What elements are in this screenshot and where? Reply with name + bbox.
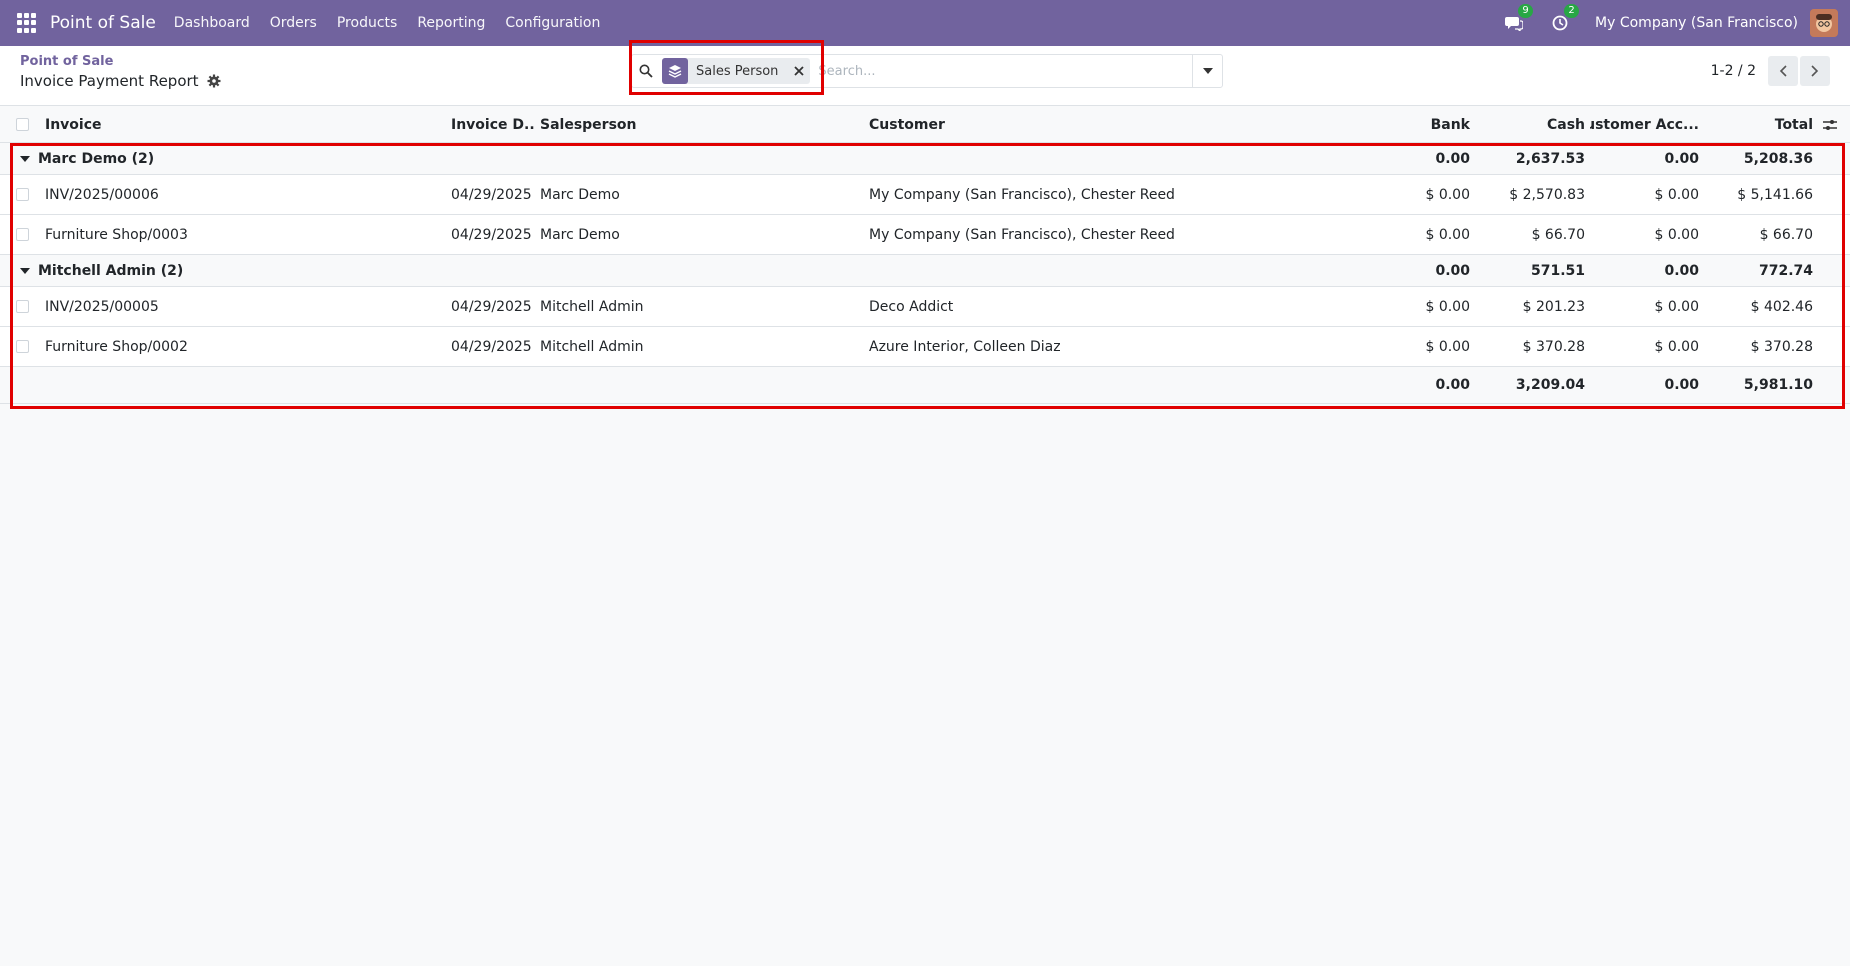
column-invoice-date[interactable]: Invoice D... bbox=[451, 107, 536, 142]
caret-down-icon bbox=[1202, 68, 1213, 74]
pager-previous-button[interactable] bbox=[1768, 56, 1798, 86]
column-customer[interactable]: Customer bbox=[869, 107, 1269, 142]
activities-badge: 2 bbox=[1564, 4, 1580, 18]
activities-button[interactable]: 2 bbox=[1549, 4, 1580, 34]
chevron-right-icon bbox=[1811, 65, 1819, 77]
search-highlight-box bbox=[629, 40, 824, 95]
user-avatar[interactable] bbox=[1810, 9, 1838, 37]
gear-icon[interactable] bbox=[207, 74, 221, 88]
clock-icon bbox=[1552, 15, 1568, 31]
column-total[interactable]: Total bbox=[1705, 107, 1813, 142]
app-menu-icon[interactable] bbox=[17, 13, 37, 33]
column-customer-account[interactable]: Customer Acc... bbox=[1590, 107, 1699, 142]
pager-value[interactable]: 1-2 / 2 bbox=[1711, 63, 1756, 79]
pager: 1-2 / 2 bbox=[1711, 54, 1830, 88]
menu-orders[interactable]: Orders bbox=[270, 15, 317, 31]
menu-configuration[interactable]: Configuration bbox=[505, 15, 600, 31]
chat-icon bbox=[1505, 17, 1524, 31]
column-options-icon[interactable] bbox=[1823, 107, 1837, 142]
messages-badge: 9 bbox=[1518, 4, 1534, 18]
control-panel: Point of Sale Invoice Payment Report Sal… bbox=[0, 46, 1850, 106]
company-switcher[interactable]: My Company (San Francisco) bbox=[1595, 15, 1798, 31]
column-bank[interactable]: Bank bbox=[1370, 107, 1470, 142]
table-highlight-box bbox=[10, 143, 1845, 409]
column-cash[interactable]: Cash bbox=[1480, 107, 1585, 142]
chevron-left-icon bbox=[1779, 65, 1787, 77]
breadcrumb-parent[interactable]: Point of Sale bbox=[20, 54, 113, 69]
pager-next-button[interactable] bbox=[1800, 56, 1830, 86]
menu-dashboard[interactable]: Dashboard bbox=[174, 15, 250, 31]
select-all-checkbox[interactable] bbox=[16, 107, 30, 142]
table-header: Invoice Invoice D... Salesperson Custome… bbox=[0, 107, 1850, 143]
page-title: Invoice Payment Report bbox=[20, 72, 221, 90]
top-navbar: Point of Sale Dashboard Orders Products … bbox=[0, 0, 1850, 46]
search-input[interactable] bbox=[818, 63, 1192, 79]
column-salesperson[interactable]: Salesperson bbox=[540, 107, 860, 142]
page-title-text: Invoice Payment Report bbox=[20, 72, 199, 90]
menu-products[interactable]: Products bbox=[337, 15, 397, 31]
app-name[interactable]: Point of Sale bbox=[50, 13, 156, 33]
column-invoice[interactable]: Invoice bbox=[45, 107, 445, 142]
messages-button[interactable]: 9 bbox=[1503, 4, 1534, 34]
menu-reporting[interactable]: Reporting bbox=[417, 15, 485, 31]
search-options-toggle[interactable] bbox=[1192, 55, 1222, 87]
